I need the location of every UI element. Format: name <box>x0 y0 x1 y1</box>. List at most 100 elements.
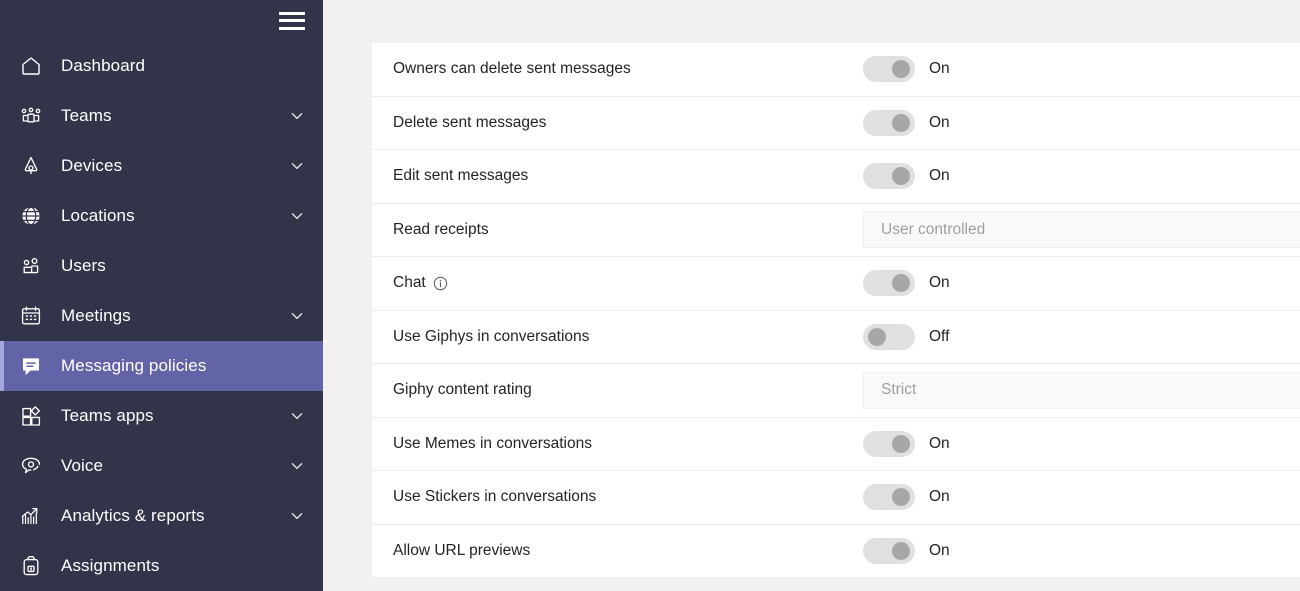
toggle-knob <box>892 274 910 292</box>
setting-control: On <box>863 110 1300 136</box>
toggle-knob <box>892 167 910 185</box>
setting-control: On <box>863 56 1300 82</box>
sidebar-nav-list: Dashboard TeamsDevices Locations Users Meeti… <box>0 41 323 591</box>
dropdown-select[interactable]: User controlled <box>863 211 1300 248</box>
chevron-down-icon[interactable] <box>287 406 307 426</box>
sidebar-item-label: Analytics & reports <box>61 506 205 526</box>
setting-label: Owners can delete sent messages <box>393 60 863 78</box>
toggle-knob <box>892 488 910 506</box>
sidebar: Dashboard TeamsDevices Locations Users Meeti… <box>0 0 323 591</box>
setting-label: Read receipts <box>393 221 863 239</box>
sidebar-item-label: Meetings <box>61 306 131 326</box>
chevron-down-icon[interactable] <box>287 206 307 226</box>
toggle-switch[interactable] <box>863 163 915 189</box>
sidebar-item-devices[interactable]: Devices <box>0 141 323 191</box>
sidebar-item-users[interactable]: Users <box>0 241 323 291</box>
calendar-icon <box>18 303 44 329</box>
toggle-switch[interactable] <box>863 538 915 564</box>
sidebar-header <box>0 0 323 41</box>
setting-label-text: Giphy content rating <box>393 381 532 399</box>
setting-label-text: Use Stickers in conversations <box>393 488 596 506</box>
sidebar-item-teams[interactable]: Teams <box>0 91 323 141</box>
sidebar-item-label: Locations <box>61 206 135 226</box>
setting-control: On <box>863 163 1300 189</box>
setting-control: On <box>863 431 1300 457</box>
toggle-switch[interactable] <box>863 270 915 296</box>
setting-row: Owners can delete sent messages On <box>372 43 1300 97</box>
setting-label-text: Read receipts <box>393 221 489 239</box>
sidebar-item-analytics-reports[interactable]: Analytics & reports <box>0 491 323 541</box>
toggle-state-label: On <box>929 435 950 453</box>
hamburger-bar-1 <box>279 12 305 15</box>
info-icon[interactable] <box>433 276 448 291</box>
toggle-switch[interactable] <box>863 484 915 510</box>
chevron-down-icon[interactable] <box>287 106 307 126</box>
toggle-state-label: On <box>929 542 950 560</box>
sidebar-item-teams-apps[interactable]: Teams apps <box>0 391 323 441</box>
sidebar-item-label: Messaging policies <box>61 356 206 376</box>
setting-label-text: Chat <box>393 274 426 292</box>
setting-control: User controlled <box>863 211 1300 248</box>
phone-icon <box>18 453 44 479</box>
setting-label-text: Owners can delete sent messages <box>393 60 631 78</box>
messaging-policy-settings-card: Owners can delete sent messages On Delete … <box>372 43 1300 578</box>
hamburger-bar-2 <box>279 19 305 22</box>
setting-row: Giphy content rating Strict <box>372 364 1300 418</box>
setting-label-text: Use Memes in conversations <box>393 435 592 453</box>
backpack-icon <box>18 553 44 579</box>
toggle-state-label: On <box>929 488 950 506</box>
sidebar-item-label: Dashboard <box>61 56 145 76</box>
chevron-down-icon[interactable] <box>287 156 307 176</box>
sidebar-item-assignments[interactable]: Assignments <box>0 541 323 591</box>
sidebar-item-meetings[interactable]: Meetings <box>0 291 323 341</box>
sidebar-item-locations[interactable]: Locations <box>0 191 323 241</box>
setting-label: Delete sent messages <box>393 114 863 132</box>
setting-row: Edit sent messages On <box>372 150 1300 204</box>
sidebar-item-dashboard[interactable]: Dashboard <box>0 41 323 91</box>
setting-label: Use Giphys in conversations <box>393 328 863 346</box>
sidebar-item-label: Assignments <box>61 556 159 576</box>
toggle-switch[interactable] <box>863 324 915 350</box>
setting-label: Use Memes in conversations <box>393 435 863 453</box>
hamburger-bar-3 <box>279 27 305 30</box>
sidebar-item-label: Teams apps <box>61 406 154 426</box>
setting-row: Chat On <box>372 257 1300 311</box>
setting-label-text: Use Giphys in conversations <box>393 328 589 346</box>
toggle-knob <box>892 542 910 560</box>
toggle-state-label: On <box>929 167 950 185</box>
setting-label: Chat <box>393 274 863 292</box>
setting-control: On <box>863 484 1300 510</box>
apps-icon <box>18 403 44 429</box>
setting-control: On <box>863 270 1300 296</box>
setting-control: On <box>863 538 1300 564</box>
sidebar-item-messaging-policies[interactable]: Messaging policies <box>0 341 323 391</box>
dropdown-value: Strict <box>881 381 916 399</box>
hamburger-menu-icon[interactable] <box>279 12 305 30</box>
sidebar-item-voice[interactable]: Voice <box>0 441 323 491</box>
toggle-switch[interactable] <box>863 431 915 457</box>
setting-row: Read receipts User controlled <box>372 204 1300 258</box>
teams-icon <box>18 103 44 129</box>
sidebar-item-label: Voice <box>61 456 103 476</box>
setting-row: Use Memes in conversations On <box>372 418 1300 472</box>
sidebar-item-label: Users <box>61 256 106 276</box>
chevron-down-icon[interactable] <box>287 506 307 526</box>
chevron-down-icon[interactable] <box>287 306 307 326</box>
globe-icon <box>18 203 44 229</box>
dropdown-select[interactable]: Strict <box>863 372 1300 409</box>
setting-row: Use Giphys in conversationsOff <box>372 311 1300 365</box>
setting-label: Giphy content rating <box>393 381 863 399</box>
chart-icon <box>18 503 44 529</box>
setting-row: Allow URL previews On <box>372 525 1300 579</box>
app-root: Dashboard TeamsDevices Locations Users Meeti… <box>0 0 1300 591</box>
dropdown-value: User controlled <box>881 221 985 239</box>
toggle-state-label: On <box>929 114 950 132</box>
setting-label: Use Stickers in conversations <box>393 488 863 506</box>
setting-label: Edit sent messages <box>393 167 863 185</box>
setting-label-text: Edit sent messages <box>393 167 528 185</box>
toggle-knob <box>868 328 886 346</box>
setting-label: Allow URL previews <box>393 542 863 560</box>
toggle-switch[interactable] <box>863 56 915 82</box>
toggle-switch[interactable] <box>863 110 915 136</box>
chevron-down-icon[interactable] <box>287 456 307 476</box>
